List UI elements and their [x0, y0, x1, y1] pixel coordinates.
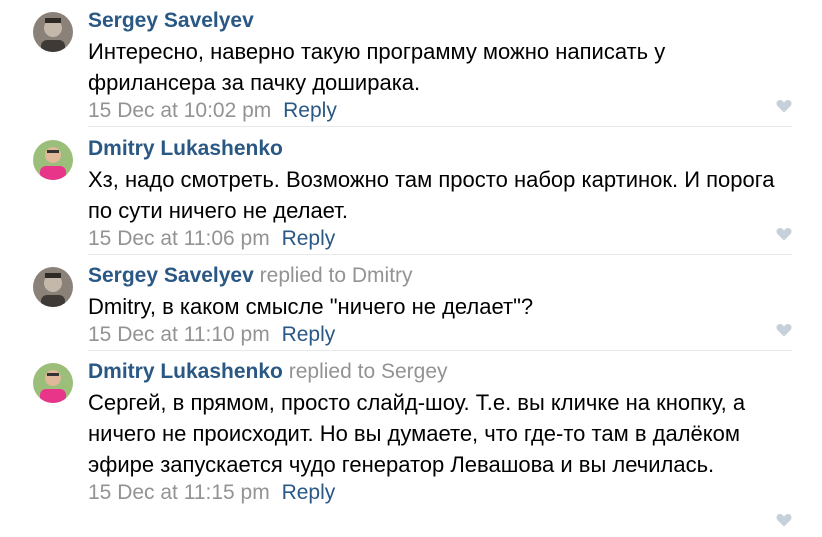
avatar[interactable] — [33, 363, 73, 403]
comment-text: Сергей, в прямом, просто слайд-шоу. Т.е.… — [88, 390, 746, 477]
comment-header: Sergey Savelyev — [88, 9, 792, 33]
divider — [88, 254, 792, 255]
author-link[interactable]: Dmitry Lukashenko — [88, 360, 283, 383]
comment-header: Dmitry Lukashenko — [88, 137, 792, 161]
timestamp[interactable]: 15 Dec at 11:15 pm — [88, 481, 270, 504]
reply-button[interactable]: Reply — [282, 323, 336, 346]
timestamp[interactable]: 15 Dec at 11:10 pm — [88, 323, 270, 346]
comment-header: Dmitry Lukashenko replied to Sergey — [88, 360, 792, 384]
reply-button[interactable]: Reply — [282, 227, 336, 250]
heart-icon[interactable] — [776, 99, 792, 113]
comment-text: Dmitry, в каком смысле "ничего не делает… — [88, 294, 534, 319]
heart-icon[interactable] — [776, 513, 792, 527]
author-link[interactable]: Dmitry Lukashenko — [88, 137, 283, 160]
comment-text: Интересно, наверно такую программу можно… — [88, 39, 666, 95]
divider — [88, 350, 792, 351]
replied-to-link[interactable]: replied to Dmitry — [260, 264, 413, 287]
comment-meta: 15 Dec at 11:06 pm Reply — [88, 226, 792, 252]
heart-icon[interactable] — [776, 323, 792, 337]
comment-meta: 15 Dec at 11:15 pm Reply — [88, 480, 792, 506]
replied-to-link[interactable]: replied to Sergey — [289, 360, 448, 383]
heart-icon[interactable] — [776, 227, 792, 241]
author-link[interactable]: Sergey Savelyev — [88, 264, 254, 287]
avatar[interactable] — [33, 140, 73, 180]
avatar[interactable] — [33, 12, 73, 52]
timestamp[interactable]: 15 Dec at 10:02 pm — [88, 99, 271, 122]
reply-button[interactable]: Reply — [282, 481, 336, 504]
divider — [88, 126, 792, 127]
comment-meta: 15 Dec at 10:02 pm Reply — [88, 98, 792, 124]
author-link[interactable]: Sergey Savelyev — [88, 9, 254, 32]
avatar[interactable] — [33, 267, 73, 307]
comment-meta: 15 Dec at 11:10 pm Reply — [88, 322, 792, 348]
timestamp[interactable]: 15 Dec at 11:06 pm — [88, 227, 270, 250]
comment-header: Sergey Savelyev replied to Dmitry — [88, 264, 792, 288]
comment-text: Хз, надо смотреть. Возможно там просто н… — [88, 167, 775, 223]
reply-button[interactable]: Reply — [283, 99, 337, 122]
